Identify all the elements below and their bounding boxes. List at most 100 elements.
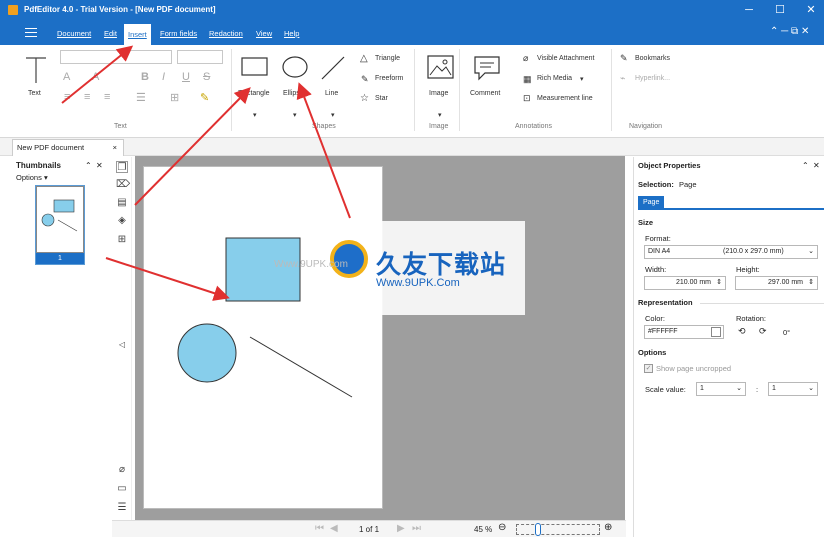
- collapse-panel-icon[interactable]: ◁: [116, 339, 128, 351]
- rectangle-button-label[interactable]: Rectangle: [238, 90, 270, 97]
- bookmarks-button[interactable]: Bookmarks: [635, 55, 670, 62]
- rotate-right-icon[interactable]: ⟳: [759, 326, 767, 337]
- star-icon[interactable]: ☆: [360, 93, 369, 104]
- previous-page-icon[interactable]: ◀: [330, 523, 338, 534]
- underline-icon[interactable]: U: [182, 71, 190, 83]
- close-panel-icon[interactable]: ✕: [96, 161, 103, 170]
- format-select[interactable]: DIN A4 (210.0 x 297.0 mm) ⌄: [644, 245, 818, 259]
- highlight-icon[interactable]: ✎: [200, 91, 209, 104]
- italic-icon[interactable]: I: [162, 71, 165, 83]
- menu-view[interactable]: View: [256, 27, 272, 41]
- image-icon[interactable]: [427, 55, 455, 81]
- minimize-button[interactable]: ─: [734, 2, 764, 19]
- scale-a-select[interactable]: 1 ⌄: [696, 382, 746, 396]
- ellipse-icon[interactable]: [281, 55, 309, 79]
- zoom-slider-thumb[interactable]: [535, 523, 541, 536]
- hyperlink-icon[interactable]: ⌁: [620, 73, 625, 84]
- maximize-button[interactable]: ☐: [765, 2, 795, 19]
- pin-panel-icon[interactable]: ⌃: [85, 161, 92, 170]
- document-canvas[interactable]: [135, 156, 625, 520]
- close-properties-icon[interactable]: ✕: [813, 161, 820, 170]
- color-swatch[interactable]: [711, 327, 721, 337]
- rectangle-dropdown-icon[interactable]: ▾: [253, 111, 257, 119]
- ellipse-dropdown-icon[interactable]: ▾: [293, 111, 297, 119]
- pdf-page[interactable]: [143, 166, 383, 509]
- line-icon[interactable]: [320, 55, 346, 81]
- width-field[interactable]: 210.00 mm ⇕: [644, 276, 726, 290]
- options-dropdown[interactable]: Options ▾: [16, 173, 48, 182]
- bold-icon[interactable]: B: [141, 71, 149, 83]
- align-center-icon[interactable]: ≡: [84, 91, 90, 103]
- font-color-icon[interactable]: A: [63, 71, 70, 83]
- tab-page[interactable]: Page: [638, 196, 665, 209]
- rich-media-button[interactable]: Rich Media: [537, 75, 572, 82]
- page-thumbnail[interactable]: [36, 186, 84, 253]
- pin-properties-icon[interactable]: ⌃: [802, 161, 809, 170]
- height-stepper-icon[interactable]: ⇕: [808, 277, 814, 289]
- menu-document[interactable]: Document: [57, 27, 91, 41]
- measurement-icon[interactable]: ⊡: [523, 93, 531, 104]
- bookmark-icon[interactable]: ✎: [620, 53, 628, 64]
- ellipse-button-label[interactable]: Ellipse: [283, 90, 304, 97]
- star-button-label[interactable]: Star: [375, 95, 388, 102]
- visible-attachment-button[interactable]: Visible Attachment: [537, 55, 594, 62]
- tab-new-pdf-document[interactable]: New PDF document ×: [12, 139, 124, 156]
- font-family-combo[interactable]: [60, 50, 172, 64]
- structure-icon[interactable]: ⊞: [116, 234, 128, 246]
- rectangle-icon[interactable]: [241, 56, 269, 78]
- show-uncropped-checkbox[interactable]: ✓: [644, 364, 653, 373]
- text-button-label[interactable]: Text: [28, 90, 41, 97]
- next-page-icon[interactable]: ▶: [397, 523, 405, 534]
- paperclip-icon[interactable]: ⌀: [523, 53, 528, 64]
- line-dropdown-icon[interactable]: ▾: [331, 111, 335, 119]
- line-button-label[interactable]: Line: [325, 90, 338, 97]
- list-panel-icon[interactable]: ☰: [116, 502, 128, 514]
- bookmark-panel-icon[interactable]: ⌦: [116, 179, 130, 191]
- hamburger-menu-icon[interactable]: [25, 28, 37, 37]
- height-field[interactable]: 297.00 mm ⇕: [735, 276, 818, 290]
- strikethrough-icon[interactable]: S: [203, 71, 210, 83]
- comment-icon[interactable]: [473, 55, 501, 81]
- close-tab-icon[interactable]: ×: [113, 140, 117, 155]
- triangle-button-label[interactable]: Triangle: [375, 55, 400, 62]
- ribbon-window-controls[interactable]: ⌃ ─ ⧉ ✕: [770, 26, 809, 37]
- menu-form-fields[interactable]: Form fields: [160, 27, 197, 41]
- border-icon[interactable]: ⊞: [170, 91, 179, 104]
- last-page-icon[interactable]: ⏭: [412, 523, 421, 534]
- hyperlink-button[interactable]: Hyperlink...: [635, 75, 670, 82]
- image-button-label[interactable]: Image: [429, 90, 448, 97]
- rich-media-dropdown-icon[interactable]: ▾: [580, 75, 584, 83]
- comments-panel-icon[interactable]: ▭: [116, 483, 128, 495]
- attachments-icon[interactable]: ⌀: [116, 464, 128, 476]
- ellipse-shape[interactable]: [177, 323, 237, 383]
- first-page-icon[interactable]: ⏮: [315, 523, 324, 534]
- rotate-left-icon[interactable]: ⟲: [738, 326, 746, 337]
- zoom-slider[interactable]: [516, 523, 600, 536]
- measurement-line-button[interactable]: Measurement line: [537, 95, 593, 102]
- zoom-out-icon[interactable]: ⊖: [498, 522, 506, 533]
- font-size-combo[interactable]: [177, 50, 223, 64]
- freeform-button-label[interactable]: Freeform: [375, 75, 403, 82]
- triangle-icon[interactable]: △: [360, 53, 368, 64]
- pages-icon[interactable]: ❐: [116, 161, 128, 173]
- line-shape[interactable]: [249, 336, 353, 398]
- layers-icon[interactable]: ◈: [116, 215, 128, 227]
- text-tool-icon[interactable]: [24, 55, 48, 85]
- menu-edit[interactable]: Edit: [104, 27, 117, 41]
- comment-button-label[interactable]: Comment: [470, 90, 500, 97]
- freeform-icon[interactable]: ✎: [361, 74, 369, 85]
- grow-font-icon[interactable]: A: [92, 71, 99, 83]
- scale-b-select[interactable]: 1 ⌄: [768, 382, 818, 396]
- width-stepper-icon[interactable]: ⇕: [716, 277, 722, 289]
- list-icon[interactable]: ☰: [136, 91, 146, 104]
- color-field[interactable]: #FFFFFF: [644, 325, 724, 339]
- align-right-icon[interactable]: ≡: [104, 91, 110, 103]
- close-button[interactable]: ✕: [796, 2, 824, 19]
- rich-media-icon[interactable]: ▦: [523, 74, 532, 85]
- menu-help[interactable]: Help: [284, 27, 299, 41]
- align-left-icon[interactable]: ≡: [64, 91, 70, 103]
- image-dropdown-icon[interactable]: ▾: [438, 111, 442, 119]
- zoom-in-icon[interactable]: ⊕: [604, 522, 612, 533]
- form-fields-icon[interactable]: ▤: [116, 197, 128, 209]
- menu-redaction[interactable]: Redaction: [209, 27, 243, 41]
